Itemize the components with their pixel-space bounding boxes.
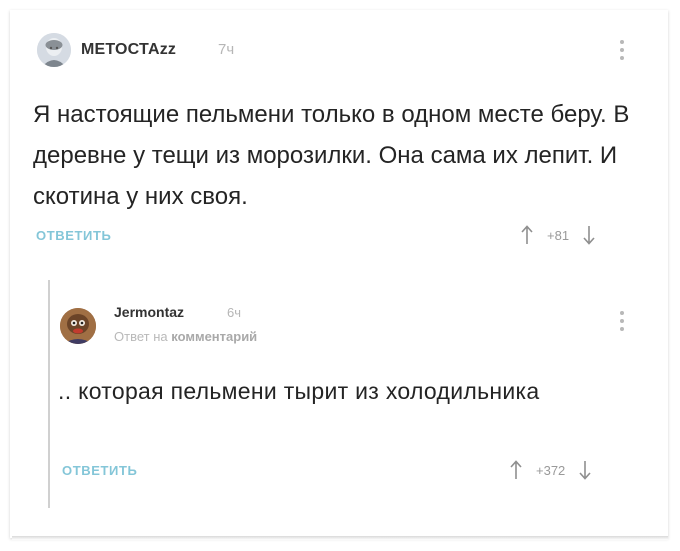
avatar-portrait-icon <box>60 308 96 344</box>
comment-card <box>10 10 668 538</box>
more-vertical-dots-icon[interactable] <box>618 311 626 331</box>
reply-to-link[interactable]: комментарий <box>171 329 257 344</box>
avatar-portrait-icon <box>37 33 71 67</box>
reply-time: 6ч <box>227 305 242 320</box>
reply-to-prefix: Ответ на <box>114 329 168 344</box>
reply-button[interactable]: ОТВЕТИТЬ <box>62 463 137 478</box>
comment-time: 7ч <box>218 41 235 58</box>
downvote-arrow-icon[interactable] <box>579 460 591 480</box>
reply-button[interactable]: ОТВЕТИТЬ <box>36 228 111 243</box>
reply-text: .. которая пельмени тырит из холодильник… <box>58 378 540 404</box>
thread-line <box>48 280 50 508</box>
reply-author-avatar[interactable] <box>60 308 96 344</box>
author-avatar[interactable] <box>37 33 71 67</box>
card-shadow <box>12 536 668 540</box>
comment-author[interactable]: МЕТОСТАzz <box>81 41 176 59</box>
reply-context: Ответ на комментарий <box>114 329 257 344</box>
more-vertical-dots-icon[interactable] <box>618 40 626 60</box>
upvote-arrow-icon[interactable] <box>510 460 522 480</box>
upvote-arrow-icon[interactable] <box>521 225 533 245</box>
vote-controls: +372 <box>510 460 591 480</box>
downvote-arrow-icon[interactable] <box>583 225 595 245</box>
comment-score: +81 <box>547 227 570 243</box>
reply-author[interactable]: Jermontaz <box>114 304 184 320</box>
reply-score: +372 <box>536 462 566 478</box>
comment-text: Я настоящие пельмени только в одном мест… <box>33 101 630 210</box>
vote-controls: +81 <box>521 225 595 245</box>
